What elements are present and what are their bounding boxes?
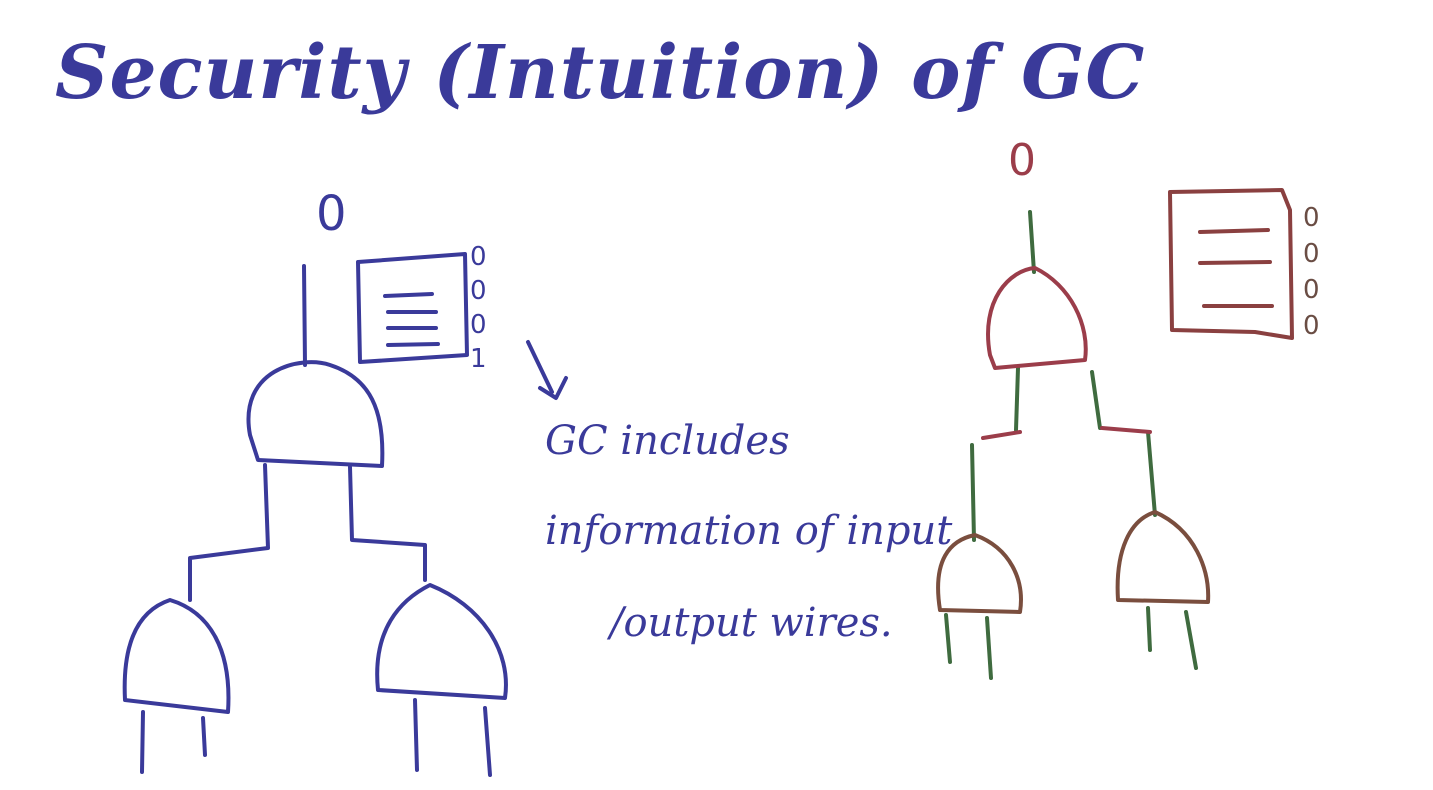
right-wire-b: [1090, 370, 1102, 430]
right-input-wire-3: [1146, 606, 1152, 652]
note-line-2: information of input: [545, 508, 953, 554]
right-output-bit: 0: [1008, 135, 1036, 186]
right-wire-b-red: [1100, 426, 1152, 434]
right-top-gate: [986, 266, 1088, 370]
right-input-wire-4: [1184, 610, 1198, 670]
right-wire-b-ext: [1146, 430, 1157, 517]
right-wire-a: [1014, 366, 1020, 432]
note-line-3: /output wires.: [610, 600, 893, 646]
left-output-bit: 0: [316, 186, 347, 242]
left-table-bit: 0: [470, 310, 487, 340]
right-wire-a-ext: [970, 443, 976, 542]
note-line-1: GC includes: [545, 418, 790, 464]
right-table-bit: 0: [1303, 275, 1320, 305]
left-table-bit: 0: [470, 276, 487, 306]
left-table-bits: 0 0 0 1: [470, 240, 487, 376]
left-table-bit: 0: [470, 242, 487, 272]
right-bottom-right-gate: [1115, 510, 1211, 604]
right-output-wire: [1028, 210, 1036, 274]
right-table-line-1: [1198, 228, 1270, 234]
right-table-line-2: [1198, 260, 1272, 265]
right-table-bit: 0: [1303, 203, 1320, 233]
right-input-wire-1: [944, 613, 952, 664]
left-table-bit: 1: [470, 344, 487, 374]
right-table-bit: 0: [1303, 311, 1320, 341]
right-table-bit: 0: [1303, 239, 1320, 269]
right-table-bits: 0 0 0 0: [1303, 200, 1320, 344]
right-input-wire-2: [985, 616, 993, 680]
right-circuit: [936, 188, 1294, 680]
right-wire-a-red: [981, 430, 1022, 440]
